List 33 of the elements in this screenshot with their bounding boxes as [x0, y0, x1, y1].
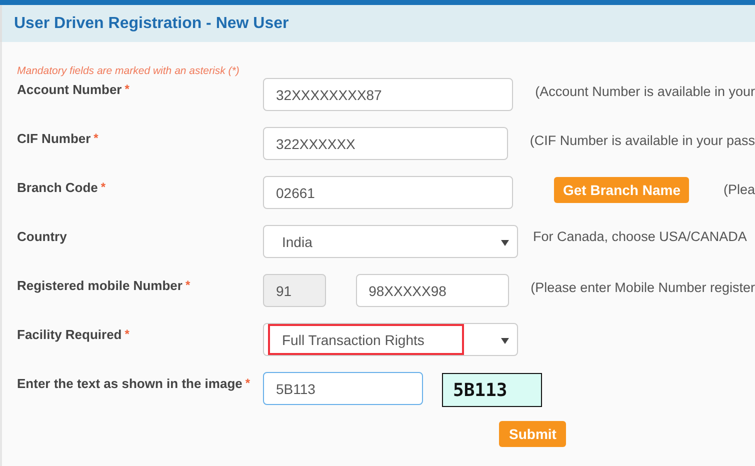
field-hint: (Plea	[723, 181, 755, 197]
captcha-field[interactable]: 5B113	[263, 372, 423, 405]
field-hint: For Canada, choose USA/CANADA	[533, 228, 747, 244]
caret-icon	[501, 240, 509, 246]
selected-value: Full Transaction Rights	[268, 324, 464, 355]
dropdown[interactable]: Full Transaction Rights	[263, 323, 518, 356]
field-hint: (CIF Number is available in your pass	[530, 132, 755, 148]
field-label: Registered mobile Number	[17, 278, 182, 293]
field-label: Branch Code	[17, 180, 98, 195]
required-asterisk: *	[124, 327, 130, 341]
caret-icon	[501, 338, 509, 344]
required-asterisk: *	[245, 376, 250, 390]
page-title: User Driven Registration - New User	[14, 14, 289, 32]
field-hint: (Please enter Mobile Number register	[530, 279, 755, 295]
field-label: Enter the text as shown in the image	[17, 376, 242, 391]
dropdown[interactable]: India	[263, 225, 518, 258]
field-label: Account Number	[17, 82, 122, 97]
country-code-field: 91	[263, 274, 326, 307]
input-field[interactable]: 02661	[263, 176, 513, 209]
selected-value: India	[281, 233, 314, 252]
required-asterisk: *	[124, 82, 130, 96]
required-asterisk: *	[94, 131, 98, 145]
mandatory-notice: Mandatory fields are marked with an asterisk (*)	[17, 64, 240, 78]
field-label: CIF Number	[17, 131, 91, 146]
required-asterisk: *	[100, 180, 106, 194]
mobile-field[interactable]: 98XXXXX98	[356, 274, 509, 307]
field-label: Facility Required	[17, 327, 122, 342]
field-hint: (Account Number is available in your	[535, 83, 755, 99]
required-asterisk: *	[185, 278, 190, 292]
field-label: Country	[17, 229, 67, 244]
input-field[interactable]: 322XXXXXX	[263, 127, 508, 160]
input-field[interactable]: 32XXXXXXXX87	[263, 78, 514, 111]
captcha-image: 5B113	[442, 373, 542, 407]
